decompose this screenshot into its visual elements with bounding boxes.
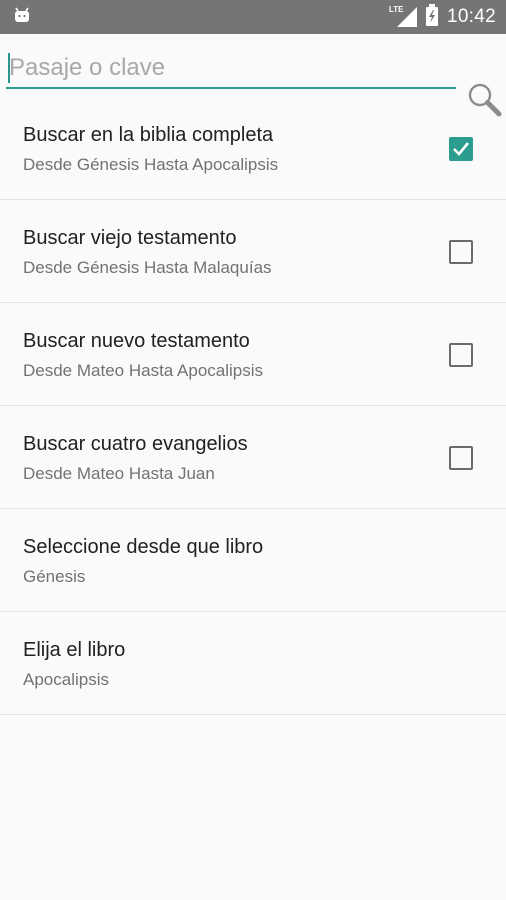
search-options-list: Buscar en la biblia completa Desde Génes…	[0, 97, 506, 715]
text-cursor	[8, 53, 10, 83]
option-subtitle: Desde Génesis Hasta Apocalipsis	[23, 155, 279, 174]
selector-value: Génesis	[23, 567, 86, 586]
selector-from-book[interactable]: Seleccione desde que libro Génesis	[0, 509, 506, 612]
status-bar: LTE 10:42	[0, 0, 506, 34]
option-title: Buscar en la biblia completa	[23, 124, 274, 146]
checkmark-icon	[453, 142, 470, 156]
checkbox-full-bible[interactable]	[449, 137, 473, 161]
network-label: LTE	[388, 5, 404, 14]
option-title: Buscar cuatro evangelios	[23, 433, 248, 455]
search-input[interactable]	[6, 49, 456, 89]
option-new-testament[interactable]: Buscar nuevo testamento Desde Mateo Hast…	[0, 303, 506, 406]
android-notification-icon	[14, 7, 30, 28]
option-subtitle: Desde Mateo Hasta Apocalipsis	[23, 361, 264, 380]
option-old-testament[interactable]: Buscar viejo testamento Desde Génesis Ha…	[0, 200, 506, 303]
search-bar	[0, 34, 506, 116]
option-four-gospels[interactable]: Buscar cuatro evangelios Desde Mateo Has…	[0, 406, 506, 509]
clock-time: 10:42	[446, 6, 496, 27]
selector-title: Elija el libro	[23, 639, 126, 661]
selector-value: Apocalipsis	[23, 670, 109, 689]
option-title: Buscar nuevo testamento	[23, 330, 250, 352]
checkbox-old-testament[interactable]	[449, 240, 473, 264]
option-subtitle: Desde Mateo Hasta Juan	[23, 464, 215, 483]
lte-signal-icon: LTE	[388, 5, 417, 28]
option-title: Buscar viejo testamento	[23, 227, 237, 249]
battery-icon	[425, 3, 439, 31]
option-full-bible[interactable]: Buscar en la biblia completa Desde Génes…	[0, 97, 506, 200]
option-subtitle: Desde Génesis Hasta Malaquías	[23, 258, 272, 277]
selector-title: Seleccione desde que libro	[23, 536, 264, 558]
checkbox-four-gospels[interactable]	[449, 446, 473, 470]
selector-choose-book[interactable]: Elija el libro Apocalipsis	[0, 612, 506, 715]
checkbox-new-testament[interactable]	[449, 343, 473, 367]
